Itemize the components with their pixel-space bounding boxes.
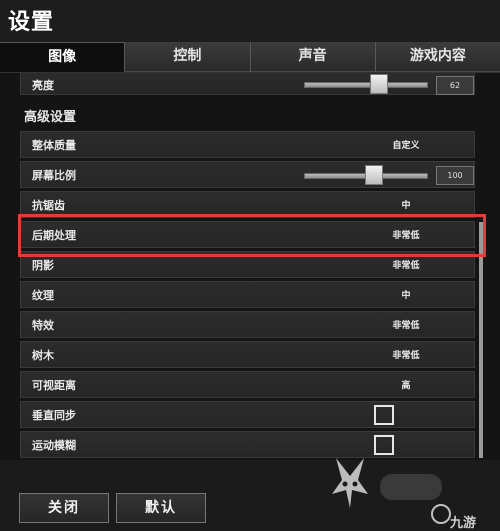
setting-value[interactable]: 非常低 (366, 318, 446, 331)
tab-graphics[interactable]: 图像 (0, 42, 125, 72)
tab-game-content[interactable]: 游戏内容 (374, 42, 500, 72)
setting-label: 亮度 (32, 79, 54, 92)
setting-value[interactable]: 高 (366, 378, 446, 391)
window-title: 设置 (8, 10, 55, 35)
setting-row-textures[interactable]: 纹理 中 (20, 281, 475, 308)
setting-row-view-distance[interactable]: 可视距离 高 (20, 371, 475, 398)
tab-bar: 图像 控制 声音 游戏内容 (0, 42, 500, 72)
watermark-logo-icon (332, 458, 368, 508)
watermark-text: 九游 (450, 516, 477, 531)
close-button[interactable]: 关闭 (19, 493, 109, 523)
settings-panel[interactable]: 亮度 62 高级设置 整体质量 自定义 屏幕比例 100 抗锯齿 中 后期处理 … (0, 72, 500, 460)
setting-label: 纹理 (32, 289, 54, 302)
vsync-checkbox[interactable] (374, 405, 394, 425)
setting-label: 特效 (32, 319, 54, 332)
brightness-slider-thumb[interactable] (369, 74, 388, 94)
setting-value[interactable]: 中 (366, 288, 446, 301)
setting-row-effects[interactable]: 特效 非常低 (20, 311, 475, 338)
motion-blur-checkbox[interactable] (374, 435, 394, 455)
setting-value[interactable]: 中 (366, 198, 446, 211)
watermark-mark-icon (431, 504, 451, 524)
setting-label: 可视距离 (32, 379, 76, 392)
setting-label: 树木 (32, 349, 54, 362)
setting-row-brightness[interactable]: 亮度 62 (20, 73, 475, 95)
setting-value[interactable]: 非常低 (366, 258, 446, 271)
screen-scale-value-box[interactable]: 100 (436, 166, 474, 185)
brightness-slider[interactable] (304, 82, 428, 88)
screen-scale-slider-thumb[interactable] (365, 165, 384, 185)
setting-label: 运动模糊 (32, 439, 76, 452)
scrollbar[interactable] (479, 222, 483, 458)
setting-row-motion-blur[interactable]: 运动模糊 (20, 431, 475, 458)
tab-controls[interactable]: 控制 (124, 42, 250, 72)
watermark-blur (380, 474, 442, 500)
setting-row-trees[interactable]: 树木 非常低 (20, 341, 475, 368)
default-button[interactable]: 默认 (116, 493, 206, 523)
setting-label: 抗锯齿 (32, 199, 65, 212)
setting-label: 阴影 (32, 259, 54, 272)
title-bar: 设置 (0, 0, 500, 42)
setting-label: 屏幕比例 (32, 169, 76, 182)
highlight-annotation (18, 214, 486, 257)
setting-row-screen-scale[interactable]: 屏幕比例 100 (20, 161, 475, 188)
tab-sound[interactable]: 声音 (249, 42, 375, 72)
setting-value[interactable]: 自定义 (366, 138, 446, 151)
setting-row-vsync[interactable]: 垂直同步 (20, 401, 475, 428)
setting-value[interactable]: 非常低 (366, 348, 446, 361)
setting-label: 整体质量 (32, 139, 76, 152)
setting-label: 垂直同步 (32, 409, 76, 422)
brightness-value-box[interactable]: 62 (436, 76, 474, 95)
setting-row-overall-quality[interactable]: 整体质量 自定义 (20, 131, 475, 158)
section-heading: 高级设置 (24, 110, 77, 125)
